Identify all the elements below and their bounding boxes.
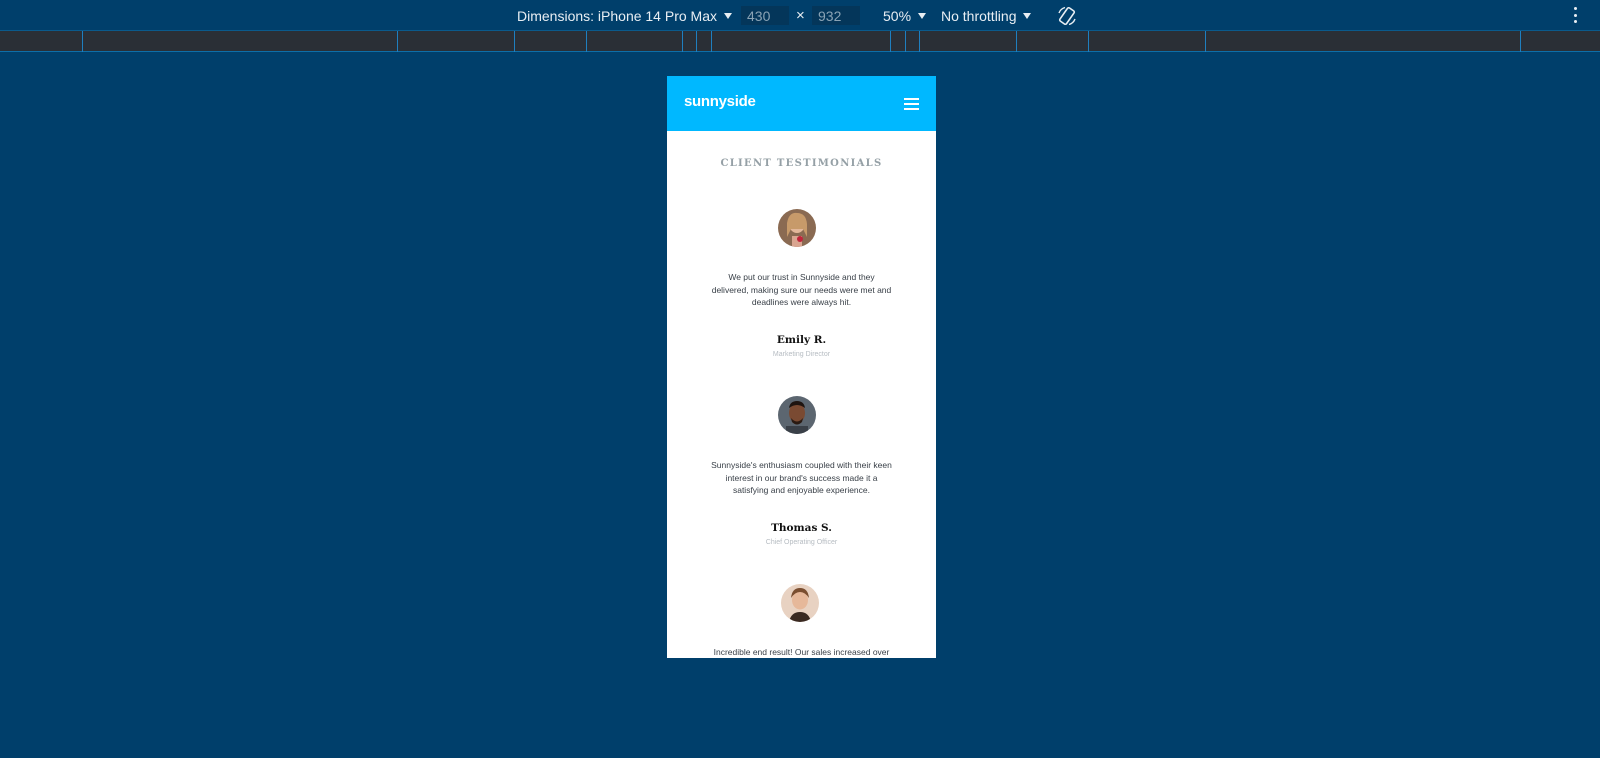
device-dimensions-dropdown[interactable]: Dimensions: iPhone 14 Pro Max: [517, 0, 732, 31]
testimonial-role: Chief Operating Officer: [765, 539, 838, 546]
logo[interactable]: sunnyside: [684, 93, 756, 110]
site-header: sunnyside: [667, 76, 936, 131]
zoom-label: 50%: [883, 7, 912, 24]
device-toolbar: Dimensions: iPhone 14 Pro Max 430 × 932 …: [0, 0, 1600, 31]
height-input[interactable]: 932: [812, 6, 860, 25]
more-vertical-icon[interactable]: [1574, 7, 1578, 23]
throttling-dropdown[interactable]: No throttling: [941, 0, 1032, 31]
testimonial-name: Emily R.: [776, 334, 827, 346]
device-dimensions-label: Dimensions: iPhone 14 Pro Max: [517, 7, 717, 24]
section-title: CLIENT TESTIMONIALS: [720, 158, 883, 169]
avatar-thomas: [778, 396, 816, 434]
avatar-client-3: [781, 584, 819, 622]
chevron-down-icon: [918, 12, 927, 19]
rotate-button[interactable]: [1056, 0, 1078, 31]
testimonial-quote: Sunnyside's enthusiasm coupled with thei…: [711, 460, 892, 495]
testimonial-name: Thomas S.: [771, 522, 832, 534]
zoom-dropdown[interactable]: 50%: [883, 0, 927, 31]
device-viewport: sunnyside CLIENT TESTIMONIALS We put our…: [667, 76, 936, 658]
chevron-down-icon: [724, 12, 732, 19]
dimension-separator: ×: [796, 7, 805, 24]
throttling-label: No throttling: [941, 7, 1017, 24]
media-query-bar[interactable]: [0, 31, 1600, 52]
rotate-icon: [1058, 6, 1076, 25]
chevron-down-icon: [1023, 12, 1032, 19]
hamburger-menu-icon[interactable]: [904, 98, 919, 110]
width-input[interactable]: 430: [741, 6, 789, 25]
avatar-emily: [778, 209, 816, 247]
testimonial-quote: We put our trust in Sunnyside and they d…: [711, 272, 892, 307]
testimonial-quote: Incredible end result! Our sales increas…: [713, 647, 890, 657]
testimonial-role: Marketing Director: [772, 351, 831, 358]
